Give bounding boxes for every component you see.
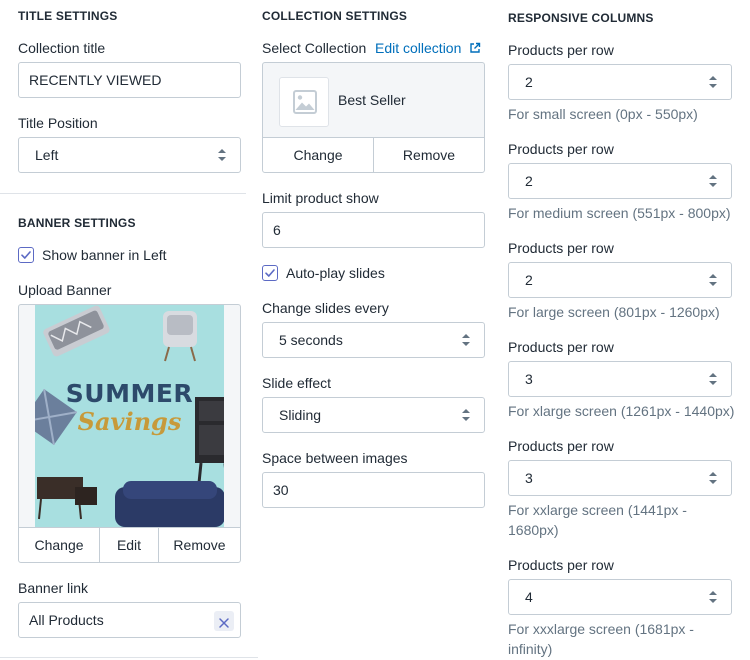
edit-collection-text: Edit collection <box>375 40 462 56</box>
select-value: 2 <box>525 173 533 189</box>
select-arrows-icon <box>709 274 717 286</box>
banner-edit-button[interactable]: Edit <box>100 528 159 562</box>
select-collection-label: Select Collection <box>262 40 367 56</box>
select-value: 3 <box>525 371 533 387</box>
products-per-row-xxlarge-select[interactable]: 3 <box>508 460 732 496</box>
banner-link-value: All Products <box>29 612 104 628</box>
collection-name: Best Seller <box>338 92 406 108</box>
help-text-xxxlarge-line2: infinity) <box>508 641 553 657</box>
select-value: 3 <box>525 470 533 486</box>
collection-remove-button[interactable]: Remove <box>374 138 484 172</box>
section-divider-bottom <box>0 657 258 658</box>
slide-effect-select[interactable]: Sliding <box>262 397 485 433</box>
select-arrows-icon <box>709 373 717 385</box>
title-position-label: Title Position <box>18 115 98 131</box>
help-text-medium: For medium screen (551px - 800px) <box>508 205 731 221</box>
autoplay-label: Auto-play slides <box>286 265 385 281</box>
help-text-small: For small screen (0px - 550px) <box>508 106 698 122</box>
select-arrows-icon <box>709 591 717 603</box>
banner-preview-frame: SUMMER Savings <box>18 304 241 528</box>
change-slides-label: Change slides every <box>262 300 389 316</box>
banner-change-button[interactable]: Change <box>19 528 100 562</box>
show-banner-checkbox[interactable] <box>18 247 34 263</box>
select-value: 2 <box>525 74 533 90</box>
banner-actions: Change Edit Remove <box>18 527 241 563</box>
help-text-large: For large screen (801px - 1260px) <box>508 304 720 320</box>
upload-banner-label: Upload Banner <box>18 282 112 298</box>
slide-effect-label: Slide effect <box>262 375 332 391</box>
collection-actions: Change Remove <box>262 137 485 173</box>
collection-settings-heading: COLLECTION SETTINGS <box>262 9 408 23</box>
select-arrows-icon <box>709 472 717 484</box>
help-text-xlarge: For xlarge screen (1261px - 1440px) <box>508 403 735 419</box>
select-arrows-icon <box>709 76 717 88</box>
products-per-row-label: Products per row <box>508 438 614 454</box>
space-between-label: Space between images <box>262 450 408 466</box>
limit-product-label: Limit product show <box>262 190 379 206</box>
products-per-row-label: Products per row <box>508 42 614 58</box>
select-value: 2 <box>525 272 533 288</box>
products-per-row-medium-select[interactable]: 2 <box>508 163 732 199</box>
collection-card: Best Seller <box>262 62 485 138</box>
title-position-select[interactable]: Left <box>18 137 241 173</box>
section-divider <box>0 193 246 194</box>
products-per-row-xxxlarge-select[interactable]: 4 <box>508 579 732 615</box>
clear-link-button[interactable] <box>214 611 234 631</box>
responsive-columns-heading: RESPONSIVE COLUMNS <box>508 11 654 25</box>
collection-title-input[interactable]: RECENTLY VIEWED <box>18 62 241 98</box>
products-per-row-xlarge-select[interactable]: 3 <box>508 361 732 397</box>
limit-product-input[interactable]: 6 <box>262 212 485 248</box>
autoplay-checkbox[interactable] <box>262 265 278 281</box>
banner-link-input[interactable]: All Products <box>18 602 241 638</box>
edit-collection-link[interactable]: Edit collection <box>375 40 481 56</box>
products-per-row-label: Products per row <box>508 240 614 256</box>
banner-summer-text: SUMMER <box>65 379 194 408</box>
products-per-row-label: Products per row <box>508 339 614 355</box>
banner-savings-text: Savings <box>77 407 182 436</box>
close-icon <box>219 618 229 628</box>
collection-change-button[interactable]: Change <box>263 138 374 172</box>
slide-effect-value: Sliding <box>279 407 322 423</box>
image-placeholder-icon <box>293 90 317 114</box>
select-arrows-icon <box>709 175 717 187</box>
change-slides-value: 5 seconds <box>279 332 343 348</box>
title-settings-heading: TITLE SETTINGS <box>18 9 118 23</box>
products-per-row-label: Products per row <box>508 557 614 573</box>
external-link-icon <box>470 42 481 53</box>
collection-title-label: Collection title <box>18 40 106 56</box>
products-per-row-small-select[interactable]: 2 <box>508 64 732 100</box>
space-between-input[interactable]: 30 <box>262 472 485 508</box>
help-text-xxlarge-line1: For xxlarge screen (1441px - <box>508 502 687 518</box>
show-banner-label: Show banner in Left <box>42 247 167 263</box>
products-per-row-label: Products per row <box>508 141 614 157</box>
select-arrows-icon <box>462 334 470 346</box>
products-per-row-large-select[interactable]: 2 <box>508 262 732 298</box>
banner-link-label: Banner link <box>18 580 89 596</box>
help-text-xxxlarge-line1: For xxxlarge screen (1681px - <box>508 621 694 637</box>
title-position-value: Left <box>35 147 59 163</box>
help-text-xxlarge-line2: 1680px) <box>508 522 559 538</box>
checkmark-icon <box>265 269 275 277</box>
select-value: 4 <box>525 589 533 605</box>
select-arrows-icon <box>462 409 470 421</box>
checkmark-icon <box>21 251 31 259</box>
banner-image: SUMMER Savings <box>35 305 224 527</box>
select-arrows-icon <box>218 149 226 161</box>
banner-settings-heading: BANNER SETTINGS <box>18 216 136 230</box>
change-slides-select[interactable]: 5 seconds <box>262 322 485 358</box>
banner-remove-button[interactable]: Remove <box>159 528 240 562</box>
collection-thumbnail <box>279 77 329 127</box>
